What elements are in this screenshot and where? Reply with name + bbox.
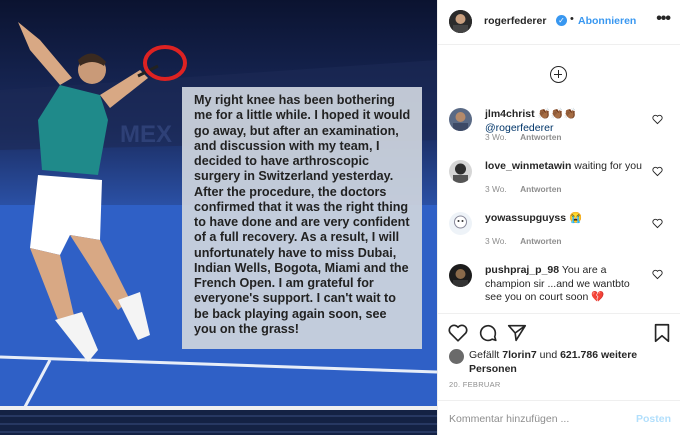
reply-button[interactable]: Antworten (520, 236, 561, 246)
comment-username[interactable]: yowassupguyss (485, 212, 566, 224)
comment-input[interactable]: Kommentar hinzufügen ... (449, 413, 569, 425)
liker-username[interactable]: 7lorin7 (502, 349, 536, 361)
bookmark-icon[interactable] (651, 322, 673, 344)
avatar-image (449, 160, 472, 183)
avatar[interactable] (449, 108, 472, 131)
reply-button[interactable]: Antworten (520, 132, 561, 142)
comment-body: 😭 (569, 212, 583, 224)
likes-connector: und (539, 349, 558, 361)
add-comment-bar: Kommentar hinzufügen ... Posten (438, 400, 680, 436)
heart-icon[interactable] (447, 322, 469, 344)
comment-text: love_winmetawin waiting for you (485, 160, 647, 174)
avatar[interactable] (449, 10, 472, 33)
avatar-image (449, 264, 472, 287)
post-username[interactable]: rogerfederer (484, 15, 546, 27)
heart-icon[interactable] (652, 218, 663, 229)
more-options-icon[interactable]: ••• (656, 10, 671, 28)
avatar-image (449, 108, 472, 131)
comment-meta: 3 Wo. Antworten (485, 184, 572, 194)
comment-username[interactable]: love_winmetawin (485, 160, 571, 172)
plus-circle-icon[interactable] (550, 66, 567, 83)
verified-icon: ✓ (556, 15, 567, 26)
avatar[interactable] (449, 264, 472, 287)
reply-button[interactable]: Antworten (520, 184, 561, 194)
svg-text:MEX: MEX (120, 121, 172, 148)
avatar-image (449, 212, 472, 235)
post-actions (438, 313, 680, 354)
comment-text: yowassupguyss 😭 (485, 212, 647, 226)
post-sidebar: rogerfederer ✓ • Abonnieren ••• jlm4chri… (437, 0, 680, 435)
comment-time[interactable]: 3 Wo. (485, 132, 507, 142)
avatar[interactable] (449, 212, 472, 235)
share-icon[interactable] (506, 322, 528, 344)
comment-username[interactable]: jlm4christ (485, 108, 535, 120)
comment-text: jlm4christ 👏🏾👏🏾👏🏾 @rogerfederer (485, 108, 647, 135)
liker-avatar[interactable] (449, 349, 464, 364)
likes-summary: Gefällt 7lorin7 und 621.786 weitere Pers… (469, 349, 674, 376)
post-date[interactable]: 20. FEBRUAR (449, 380, 501, 389)
post-comment-button[interactable]: Posten (636, 413, 671, 425)
post-header: rogerfederer ✓ • Abonnieren ••• (438, 0, 680, 45)
avatar-image (449, 10, 472, 33)
post-photo[interactable]: MEX My right knee has been bothering me … (0, 0, 437, 435)
heart-icon[interactable] (652, 114, 663, 125)
comment-text: pushpraj_p_98 You are a champion sir ...… (485, 264, 647, 305)
comment-username[interactable]: pushpraj_p_98 (485, 264, 559, 276)
caption-text: My right knee has been bothering me for … (194, 93, 411, 336)
comment-icon[interactable] (477, 322, 499, 344)
heart-icon[interactable] (652, 269, 663, 280)
follow-button[interactable]: Abonnieren (578, 15, 636, 27)
comment-time[interactable]: 3 Wo. (485, 184, 507, 194)
comment-meta: 3 Wo. Antworten (485, 236, 572, 246)
comment-body: waiting for you (574, 160, 642, 172)
separator-dot: • (570, 13, 574, 25)
comment-body: 👏🏾👏🏾👏🏾 (537, 108, 577, 120)
caption-overlay: My right knee has been bothering me for … (182, 87, 422, 349)
likes-prefix: Gefällt (469, 349, 500, 361)
comment-meta: 3 Wo. Antworten (485, 132, 572, 142)
avatar[interactable] (449, 160, 472, 183)
comment-time[interactable]: 3 Wo. (485, 236, 507, 246)
heart-icon[interactable] (652, 166, 663, 177)
